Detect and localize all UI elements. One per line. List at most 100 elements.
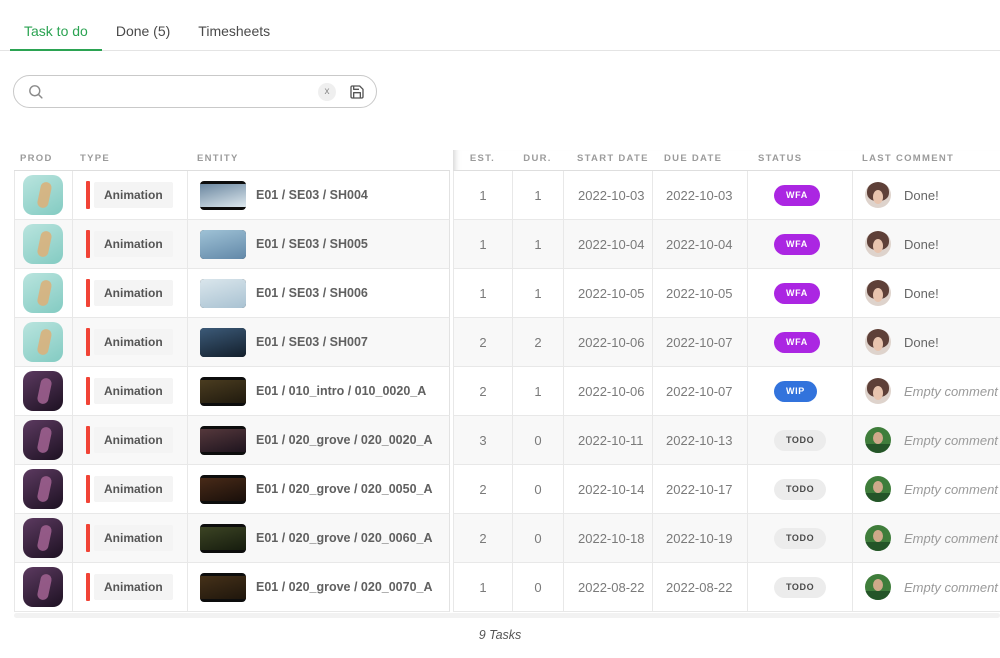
entity-thumbnail[interactable] xyxy=(200,279,246,308)
production-avatar[interactable] xyxy=(23,469,63,509)
search-input[interactable] xyxy=(52,84,318,99)
tab-done[interactable]: Done (5) xyxy=(102,0,184,50)
entity-thumbnail[interactable] xyxy=(200,573,246,602)
status-badge[interactable]: TODO xyxy=(774,479,826,500)
prod-cell xyxy=(15,269,73,317)
status-badge[interactable]: WIP xyxy=(774,381,817,402)
entity-thumbnail[interactable] xyxy=(200,181,246,210)
status-badge[interactable]: TODO xyxy=(774,430,826,451)
comment-text: Empty comment xyxy=(904,531,998,546)
entity-cell[interactable]: E01 / 020_grove / 020_0020_A xyxy=(188,416,449,464)
last-comment-cell[interactable]: Empty comment xyxy=(853,563,1000,611)
last-comment-cell[interactable]: Done! xyxy=(853,220,1000,268)
task-row[interactable]: AnimationE01 / SE03 / SH004 xyxy=(14,171,450,220)
tab-task-to-do[interactable]: Task to do xyxy=(10,0,102,50)
column-header-est: EST. xyxy=(453,153,512,164)
entity-cell[interactable]: E01 / 020_grove / 020_0070_A xyxy=(188,563,449,611)
entity-cell[interactable]: E01 / 020_grove / 020_0060_A xyxy=(188,514,449,562)
duration-cell: 0 xyxy=(513,416,564,464)
last-comment-cell[interactable]: Empty comment xyxy=(853,416,1000,464)
entity-cell[interactable]: E01 / 020_grove / 020_0050_A xyxy=(188,465,449,513)
task-row[interactable]: 112022-10-032022-10-03WFADone! xyxy=(453,171,1000,220)
entity-cell[interactable]: E01 / SE03 / SH007 xyxy=(188,318,449,366)
duration-cell: 1 xyxy=(513,269,564,317)
task-row[interactable]: 302022-10-112022-10-13TODOEmpty comment xyxy=(453,416,1000,465)
start-date-cell: 2022-10-11 xyxy=(564,416,653,464)
duration-cell: 2 xyxy=(513,318,564,366)
status-badge[interactable]: WFA xyxy=(774,283,820,304)
entity-thumbnail[interactable] xyxy=(200,377,246,406)
task-type-color-bar xyxy=(86,328,90,356)
comment-text: Done! xyxy=(904,335,939,350)
task-row[interactable]: 202022-10-182022-10-19TODOEmpty comment xyxy=(453,514,1000,563)
task-row[interactable]: 222022-10-062022-10-07WFADone! xyxy=(453,318,1000,367)
comment-text: Empty comment xyxy=(904,433,998,448)
status-cell: TODO xyxy=(748,514,853,562)
status-badge[interactable]: WFA xyxy=(774,332,820,353)
comment-author-avatar xyxy=(865,280,891,306)
estimation-cell: 1 xyxy=(454,220,513,268)
status-badge[interactable]: TODO xyxy=(774,577,826,598)
production-avatar[interactable] xyxy=(23,175,63,215)
production-avatar[interactable] xyxy=(23,567,63,607)
task-rows-left: AnimationE01 / SE03 / SH004AnimationE01 … xyxy=(14,171,450,612)
due-date-cell: 2022-10-07 xyxy=(653,318,748,366)
last-comment-cell[interactable]: Empty comment xyxy=(853,514,1000,562)
entity-cell[interactable]: E01 / 010_intro / 010_0020_A xyxy=(188,367,449,415)
prod-cell xyxy=(15,514,73,562)
task-type-label: Animation xyxy=(94,525,173,551)
production-avatar[interactable] xyxy=(23,518,63,558)
task-row[interactable]: 212022-10-062022-10-07WIPEmpty comment xyxy=(453,367,1000,416)
task-row[interactable]: AnimationE01 / 020_grove / 020_0020_A xyxy=(14,416,450,465)
last-comment-cell[interactable]: Empty comment xyxy=(853,465,1000,513)
status-cell: WFA xyxy=(748,269,853,317)
status-cell: WIP xyxy=(748,367,853,415)
entity-thumbnail[interactable] xyxy=(200,475,246,504)
task-type-color-bar xyxy=(86,279,90,307)
task-row[interactable]: AnimationE01 / SE03 / SH005 xyxy=(14,220,450,269)
column-header-entity: ENTITY xyxy=(197,153,239,164)
last-comment-cell[interactable]: Done! xyxy=(853,269,1000,317)
production-avatar[interactable] xyxy=(23,420,63,460)
comment-text: Empty comment xyxy=(904,384,998,399)
entity-thumbnail[interactable] xyxy=(200,426,246,455)
status-badge[interactable]: WFA xyxy=(774,234,820,255)
clear-search-button[interactable]: x xyxy=(318,83,336,101)
entity-thumbnail[interactable] xyxy=(200,230,246,259)
production-avatar[interactable] xyxy=(23,224,63,264)
entity-cell[interactable]: E01 / SE03 / SH006 xyxy=(188,269,449,317)
entity-cell[interactable]: E01 / SE03 / SH005 xyxy=(188,220,449,268)
production-avatar[interactable] xyxy=(23,322,63,362)
task-row[interactable]: AnimationE01 / 010_intro / 010_0020_A xyxy=(14,367,450,416)
task-row[interactable]: 202022-10-142022-10-17TODOEmpty comment xyxy=(453,465,1000,514)
comment-author-avatar xyxy=(865,378,891,404)
last-comment-cell[interactable]: Empty comment xyxy=(853,367,1000,415)
task-row[interactable]: AnimationE01 / SE03 / SH007 xyxy=(14,318,450,367)
task-row[interactable]: Animation E01 / 020_grove / 020_0060_A xyxy=(14,514,450,563)
prod-cell xyxy=(15,367,73,415)
task-row[interactable]: Animation E01 / 020_grove / 020_0070_A xyxy=(14,563,450,612)
production-avatar[interactable] xyxy=(23,371,63,411)
tasks-page: Task to do Done (5) Timesheets x PROD TY… xyxy=(0,0,1000,658)
save-search-button[interactable] xyxy=(348,83,366,101)
horizontal-scrollbar[interactable] xyxy=(14,613,1000,618)
task-row[interactable]: 112022-10-042022-10-04WFADone! xyxy=(453,220,1000,269)
status-badge[interactable]: TODO xyxy=(774,528,826,549)
entity-thumbnail[interactable] xyxy=(200,524,246,553)
task-row[interactable]: 112022-10-052022-10-05WFADone! xyxy=(453,269,1000,318)
task-row[interactable]: AnimationE01 / SE03 / SH006 xyxy=(14,269,450,318)
task-row[interactable]: 102022-08-222022-08-22TODOEmpty comment xyxy=(453,563,1000,612)
last-comment-cell[interactable]: Done! xyxy=(853,171,1000,219)
production-avatar[interactable] xyxy=(23,273,63,313)
status-cell: WFA xyxy=(748,220,853,268)
task-row[interactable]: AnimationE01 / 020_grove / 020_0050_A xyxy=(14,465,450,514)
tab-timesheets[interactable]: Timesheets xyxy=(184,0,284,50)
entity-cell[interactable]: E01 / SE03 / SH004 xyxy=(188,171,449,219)
prod-cell xyxy=(15,171,73,219)
entity-thumbnail[interactable] xyxy=(200,328,246,357)
task-type-cell: Animation xyxy=(73,269,188,317)
task-type-label: Animation xyxy=(94,574,173,600)
status-badge[interactable]: WFA xyxy=(774,185,820,206)
duration-cell: 1 xyxy=(513,367,564,415)
last-comment-cell[interactable]: Done! xyxy=(853,318,1000,366)
